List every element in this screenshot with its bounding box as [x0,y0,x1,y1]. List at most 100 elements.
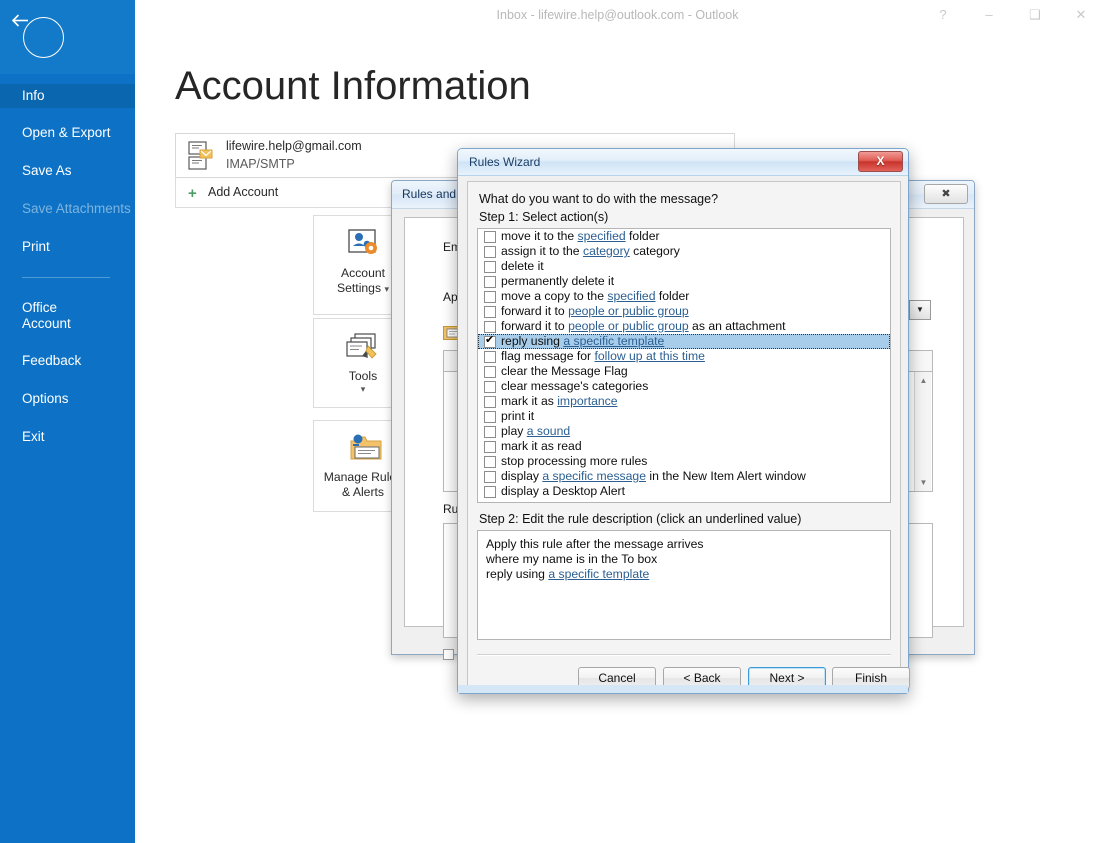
sidebar-item-save-as[interactable]: Save As [0,163,135,179]
action-row[interactable]: reply using a specific template [478,334,890,349]
action-list[interactable]: move it to the specified folder assign it… [477,228,891,503]
text-run: play [501,424,527,438]
sidebar-item-info[interactable]: Info [0,84,135,108]
scroll-up-icon[interactable]: ▲ [915,372,932,389]
rules-wizard-titlebar[interactable]: Rules Wizard X [458,149,908,176]
text-run: in the New Item Alert window [645,469,806,483]
scroll-down-icon[interactable]: ▼ [915,474,932,491]
text-run: stop processing more rules [501,454,648,468]
text-run: category [629,244,680,258]
checkbox-checked-icon[interactable] [484,334,496,348]
text-run: where my name is in the To box [486,552,658,566]
action-row[interactable]: print it [478,409,890,424]
rule-description-editor[interactable]: Apply this rule after the message arrive… [477,530,891,640]
checkbox-icon[interactable] [484,365,496,378]
tools-icon [346,333,377,359]
sidebar-item-exit[interactable]: Exit [0,429,135,445]
rule-value-link[interactable]: a specific template [548,567,649,581]
sidebar-item-label: Print [22,239,50,254]
checkbox-icon[interactable] [484,305,496,318]
checkbox-icon[interactable] [484,395,496,408]
folder-dropdown[interactable]: ▼ [909,300,931,320]
action-row[interactable]: display a Desktop Alert [478,484,890,499]
text-run: folder [625,229,660,243]
text-run: as an attachment [688,319,786,333]
back-button[interactable] [0,0,135,74]
checkbox-icon[interactable] [484,245,496,258]
action-row[interactable]: flag message for follow up at this time [478,349,890,364]
text-run: flag message for [501,349,595,363]
minimize-icon[interactable]: – [966,0,1012,30]
rule-value-link[interactable]: a sound [527,424,570,438]
app-window: Inbox - lifewire.help@outlook.com - Outl… [0,0,1100,843]
sidebar-item-label: Info [22,88,45,103]
text-run: folder [655,289,690,303]
checkbox-icon[interactable] [484,440,496,453]
action-row[interactable]: permanently delete it [478,274,890,289]
account-email: lifewire.help@gmail.com [226,139,362,153]
help-icon[interactable]: ? [920,0,966,30]
action-row[interactable]: display a specific message in the New It… [478,469,890,484]
rules-and-alerts-close-button[interactable]: ✖ [924,184,968,204]
checkbox-icon[interactable] [484,410,496,423]
account-protocol: IMAP/SMTP [226,157,295,171]
sidebar-item-print[interactable]: Print [0,239,135,255]
checkbox-icon[interactable] [484,230,496,243]
checkbox-icon[interactable] [484,290,496,303]
sidebar-item-save-attachments: Save Attachments [0,201,135,217]
action-row[interactable]: delete it [478,259,890,274]
checkbox-icon[interactable] [484,320,496,333]
text-run: move a copy to the [501,289,608,303]
action-row[interactable]: play a sound [478,424,890,439]
text-run: reply using [486,567,549,581]
checkbox-icon[interactable] [484,380,496,393]
action-row[interactable]: move it to the specified folder [478,229,890,244]
action-row[interactable]: forward it to people or public group [478,304,890,319]
rule-value-link[interactable]: specified [607,289,655,303]
rule-value-link[interactable]: specified [578,229,626,243]
sidebar-item-open-export[interactable]: Open & Export [0,125,135,141]
rule-value-link[interactable]: importance [557,394,617,408]
rules-list-scrollbar[interactable]: ▲ ▼ [914,372,931,491]
account-icon [188,141,213,170]
rules-wizard-close-button[interactable]: X [858,151,903,172]
action-row[interactable]: clear message's categories [478,379,890,394]
checkbox-icon[interactable] [484,260,496,273]
rule-value-link[interactable]: category [583,244,630,258]
checkbox-icon[interactable] [484,455,496,468]
sidebar-item-feedback[interactable]: Feedback [0,353,135,369]
window-titlebar: Inbox - lifewire.help@outlook.com - Outl… [135,0,1100,32]
wizard-question: What do you want to do with the message? [479,192,719,206]
rule-description-line: Apply this rule after the message arrive… [486,537,890,552]
text-run: assign it to the [501,244,583,258]
action-row[interactable]: move a copy to the specified folder [478,289,890,304]
chevron-down-icon: ▾ [384,284,389,294]
checkbox-icon[interactable] [484,275,496,288]
action-row[interactable]: clear the Message Flag [478,364,890,379]
rule-value-link[interactable]: a specific message [542,469,646,483]
manage-rules-alerts-icon [350,434,382,460]
sidebar-item-options[interactable]: Options [0,391,135,407]
text-run: print it [501,409,535,423]
rule-value-link[interactable]: a specific template [563,334,664,348]
rule-value-link[interactable]: people or public group [568,304,689,318]
plus-icon: + [188,185,197,202]
text-run: display [501,469,543,483]
sidebar-item-office-account[interactable]: Office Account [0,300,135,332]
rules-wizard-body: What do you want to do with the message?… [467,181,910,689]
close-icon[interactable]: ✕ [1058,0,1100,30]
rule-value-link[interactable]: people or public group [568,319,689,333]
action-row[interactable]: mark it as importance [478,394,890,409]
checkbox-icon[interactable] [484,350,496,363]
checkbox-icon[interactable] [484,470,496,483]
action-row[interactable]: mark it as read [478,439,890,454]
action-row[interactable]: assign it to the category category [478,244,890,259]
rule-description-line: reply using a specific template [486,567,890,582]
checkbox-icon[interactable] [484,485,496,498]
rule-value-link[interactable]: follow up at this time [594,349,704,363]
checkbox-icon[interactable] [484,425,496,438]
restore-icon[interactable]: ❑ [1012,0,1058,30]
action-row[interactable]: stop processing more rules [478,454,890,469]
rules-wizard-title: Rules Wizard [469,155,541,169]
action-row[interactable]: forward it to people or public group as … [478,319,890,334]
